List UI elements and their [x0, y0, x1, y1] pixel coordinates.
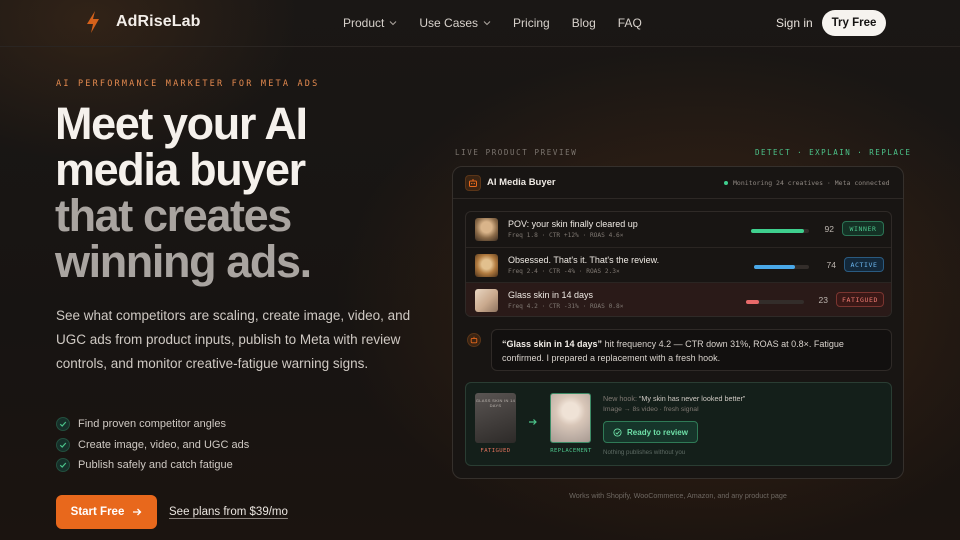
message-quote: “Glass skin in 14 days” — [502, 339, 603, 349]
nav-product[interactable]: Product — [343, 16, 397, 30]
score-bar — [751, 229, 809, 233]
creatives-list: POV: your skin finally cleared up Freq 1… — [465, 211, 892, 317]
nav-blog[interactable]: Blog — [572, 16, 596, 30]
creative-thumbnail — [475, 218, 498, 241]
score-bar — [754, 265, 809, 269]
headline-line-2: media buyer — [55, 144, 306, 195]
bolt-icon — [84, 10, 102, 34]
fatigued-thumbnail: GLASS SKIN IN 14 DAYS — [475, 393, 516, 443]
check-icon — [56, 417, 70, 432]
arrow-right-icon — [133, 508, 142, 516]
ai-message: “Glass skin in 14 days” hit frequency 4.… — [491, 329, 892, 371]
live-status-dot — [724, 181, 728, 185]
check-item: Publish safely and catch fatigue — [56, 455, 249, 476]
hero-eyebrow: AI PERFORMANCE MARKETER FOR META ADS — [56, 79, 320, 89]
old-thumb-text: GLASS SKIN IN 14 DAYS — [475, 398, 516, 408]
creative-thumbnail — [475, 289, 498, 312]
creative-title: Obsessed. That's it. That's the review. — [508, 255, 660, 265]
creative-meta: Freq 2.4 · CTR -4% · ROAS 2.3× — [508, 268, 620, 275]
feature-checklist: Find proven competitor angles Create ima… — [56, 414, 249, 476]
creative-row[interactable]: Glass skin in 14 days Freq 4.2 · CTR -31… — [466, 282, 891, 316]
status-badge: WINNER — [842, 221, 884, 236]
score-bar-fill — [754, 265, 795, 269]
check-label: Find proven competitor angles — [78, 418, 226, 431]
ready-label: Ready to review — [627, 427, 688, 437]
creative-score: 74 — [826, 260, 836, 270]
creative-thumbnail — [475, 254, 498, 277]
creative-title: POV: your skin finally cleared up — [508, 219, 638, 229]
score-bar — [746, 300, 804, 304]
arrow-right-icon — [529, 419, 537, 425]
creative-meta: Freq 4.2 · CTR -31% · ROAS 0.8× — [508, 303, 624, 310]
creative-meta: Freq 1.8 · CTR +12% · ROAS 4.6× — [508, 232, 624, 239]
brand[interactable]: AdRiseLab — [84, 10, 200, 34]
hero-subtext: See what competitors are scaling, create… — [56, 308, 411, 371]
headline-line-1: Meet your AI — [55, 98, 308, 149]
nav-product-label: Product — [343, 16, 385, 30]
hero-headline: Meet your AI media buyer that creates wi… — [55, 98, 312, 287]
creative-score: 92 — [824, 224, 834, 234]
creative-score: 23 — [818, 295, 828, 305]
nav-links: Product Use Cases Pricing Blog FAQ — [343, 16, 664, 30]
start-free-label: Start Free — [70, 506, 125, 518]
preview-label: LIVE PRODUCT PREVIEW — [455, 148, 578, 157]
new-hook-label: New hook: — [603, 394, 637, 403]
bot-icon — [465, 175, 481, 191]
creative-title: Glass skin in 14 days — [508, 290, 594, 300]
score-bar-fill — [746, 300, 760, 304]
card-title: AI Media Buyer — [487, 177, 556, 188]
status-badge: ACTIVE — [844, 257, 884, 272]
ready-to-review-button[interactable]: Ready to review — [603, 421, 698, 443]
integrations-note: Works with Shopify, WooCommerce, Amazon,… — [569, 491, 787, 500]
media-buyer-card: AI Media Buyer Monitoring 24 creatives ·… — [452, 166, 904, 479]
card-header: AI Media Buyer Monitoring 24 creatives ·… — [453, 167, 903, 199]
new-hook-meta: Image → 8s video · fresh signal — [603, 406, 699, 413]
sign-in-link[interactable]: Sign in — [776, 16, 813, 30]
check-item: Find proven competitor angles — [56, 414, 249, 435]
check-icon — [56, 437, 70, 452]
nothing-publishes-note: Nothing publishes without you — [603, 449, 686, 456]
new-hook: New hook: “My skin has never looked bett… — [603, 394, 745, 403]
new-hook-text: “My skin has never looked better” — [638, 394, 746, 403]
replacement-thumbnail — [550, 393, 591, 443]
creative-row[interactable]: POV: your skin finally cleared up Freq 1… — [466, 212, 891, 247]
nav-faq[interactable]: FAQ — [618, 16, 642, 30]
nav-pricing[interactable]: Pricing — [513, 16, 550, 30]
monitor-status-text: Monitoring 24 creatives · Meta connected — [733, 179, 890, 187]
check-item: Create image, video, and UGC ads — [56, 435, 249, 456]
see-plans-link[interactable]: See plans from $39/mo — [169, 506, 288, 518]
top-nav: AdRiseLab Product Use Cases Pricing Blog… — [0, 0, 960, 47]
bot-icon — [467, 333, 481, 347]
check-label: Create image, video, and UGC ads — [78, 438, 250, 451]
fatigued-caption: FATIGUED — [480, 448, 511, 454]
nav-use-cases[interactable]: Use Cases — [419, 16, 491, 30]
check-circle-icon — [613, 427, 622, 437]
headline-line-3: that creates — [55, 190, 292, 241]
creative-row[interactable]: Obsessed. That's it. That's the review. … — [466, 247, 891, 282]
headline-line-4: winning ads. — [55, 236, 312, 287]
replacement-panel: GLASS SKIN IN 14 DAYS FATIGUED REPLACEME… — [465, 382, 892, 466]
preview-steps: DETECT · EXPLAIN · REPLACE — [755, 148, 912, 157]
try-free-button[interactable]: Try Free — [822, 10, 886, 36]
nav-use-cases-label: Use Cases — [419, 16, 479, 30]
brand-name: AdRiseLab — [116, 13, 201, 30]
check-icon — [56, 458, 70, 473]
status-badge: FATIGUED — [836, 292, 884, 307]
score-bar-fill — [751, 229, 805, 233]
check-label: Publish safely and catch fatigue — [78, 459, 233, 472]
chevron-down-icon — [389, 21, 397, 26]
start-free-button[interactable]: Start Free — [56, 495, 157, 529]
chevron-down-icon — [483, 21, 491, 26]
monitor-status: Monitoring 24 creatives · Meta connected — [724, 179, 890, 187]
replacement-caption: REPLACEMENT — [550, 448, 592, 454]
